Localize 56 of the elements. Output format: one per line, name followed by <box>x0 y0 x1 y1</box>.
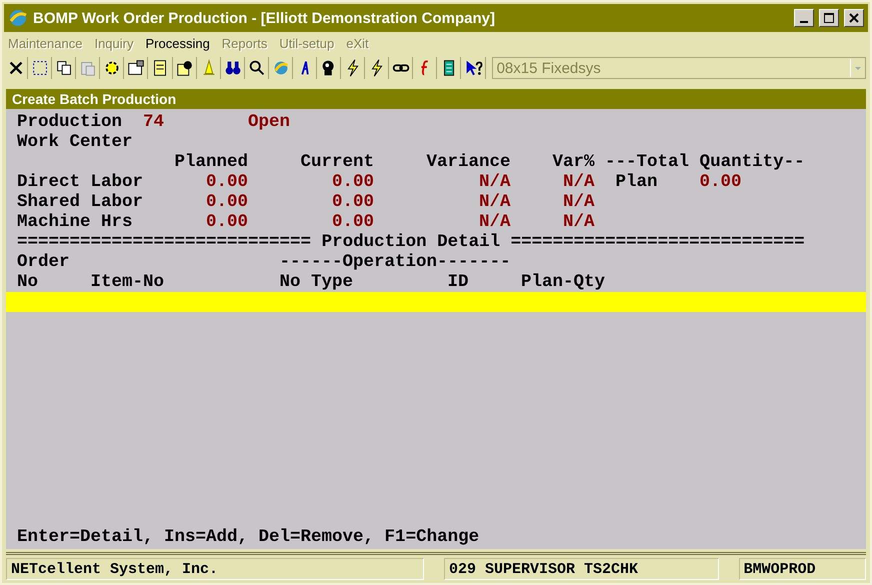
section-title: Production Detail <box>322 232 500 252</box>
planned-value: 0.00 <box>205 212 248 232</box>
status-field: BMWOPROD <box>738 558 866 580</box>
production-number: 74 <box>143 112 166 132</box>
maximize-icon <box>824 13 834 23</box>
variance-value: N/A <box>478 212 511 232</box>
column-header: Planned <box>174 152 248 172</box>
minimize-icon <box>800 20 808 22</box>
field-label: Work Center <box>17 132 133 152</box>
maximize-button[interactable] <box>819 9 839 27</box>
column-header: ---Total Quantity-- <box>605 152 805 172</box>
current-value: 0.00 <box>331 172 374 192</box>
column-group-header: Order <box>17 252 71 272</box>
binoculars-icon[interactable] <box>222 57 245 79</box>
field-label: Production <box>17 112 124 132</box>
column-group-header: ------Operation------- <box>280 252 511 272</box>
menu-item[interactable]: Processing <box>145 36 210 50</box>
column-header: Item-No <box>90 272 166 292</box>
status-field: 029 SUPERVISOR TS2CHK <box>444 558 719 580</box>
column-header: Var% <box>552 152 595 172</box>
copy-icon[interactable] <box>54 57 76 79</box>
status-value: Open <box>248 112 290 132</box>
variance-percent: N/A <box>562 192 595 212</box>
column-header: Current <box>300 152 374 172</box>
close-icon <box>849 13 859 23</box>
plan-label: Plan <box>616 172 659 192</box>
variance-percent: N/A <box>562 172 595 192</box>
column-header: No <box>17 272 40 292</box>
current-value: 0.00 <box>331 212 374 232</box>
status-field: NETcellent System, Inc. <box>6 558 424 580</box>
minimize-button[interactable] <box>794 9 814 27</box>
search-icon[interactable] <box>246 57 269 79</box>
selection-icon[interactable] <box>30 57 52 79</box>
plan-value: 0.00 <box>700 172 742 192</box>
row-label: Shared Labor <box>17 192 144 212</box>
variance-percent: N/A <box>562 212 595 232</box>
link-icon[interactable] <box>391 57 414 79</box>
window-title: BOMP Work Order Production - [Elliott Demonstration Company] <box>33 10 496 26</box>
column-header: ID <box>448 272 470 292</box>
column-header: Type <box>311 272 354 292</box>
variance-value: N/A <box>478 192 511 212</box>
divider-text: ============================ <box>17 232 312 252</box>
current-value: 0.00 <box>331 192 374 212</box>
planned-value: 0.00 <box>205 192 248 212</box>
variance-value: N/A <box>478 172 511 192</box>
column-header: No <box>280 272 302 292</box>
key-hint: Enter=Detail, Ins=Add, Del=Remove, F1=Change <box>16 527 480 549</box>
divider-text: ============================ <box>510 232 805 252</box>
column-header: Variance <box>426 152 511 172</box>
row-label: Machine Hrs <box>17 212 134 232</box>
column-header: Plan-Qty <box>521 272 606 292</box>
planned-value: 0.00 <box>205 172 248 192</box>
close-button[interactable] <box>844 9 864 27</box>
panel-title: Create Batch Production <box>6 89 866 109</box>
row-label: Direct Labor <box>17 172 144 192</box>
app-globe-icon <box>8 8 28 28</box>
